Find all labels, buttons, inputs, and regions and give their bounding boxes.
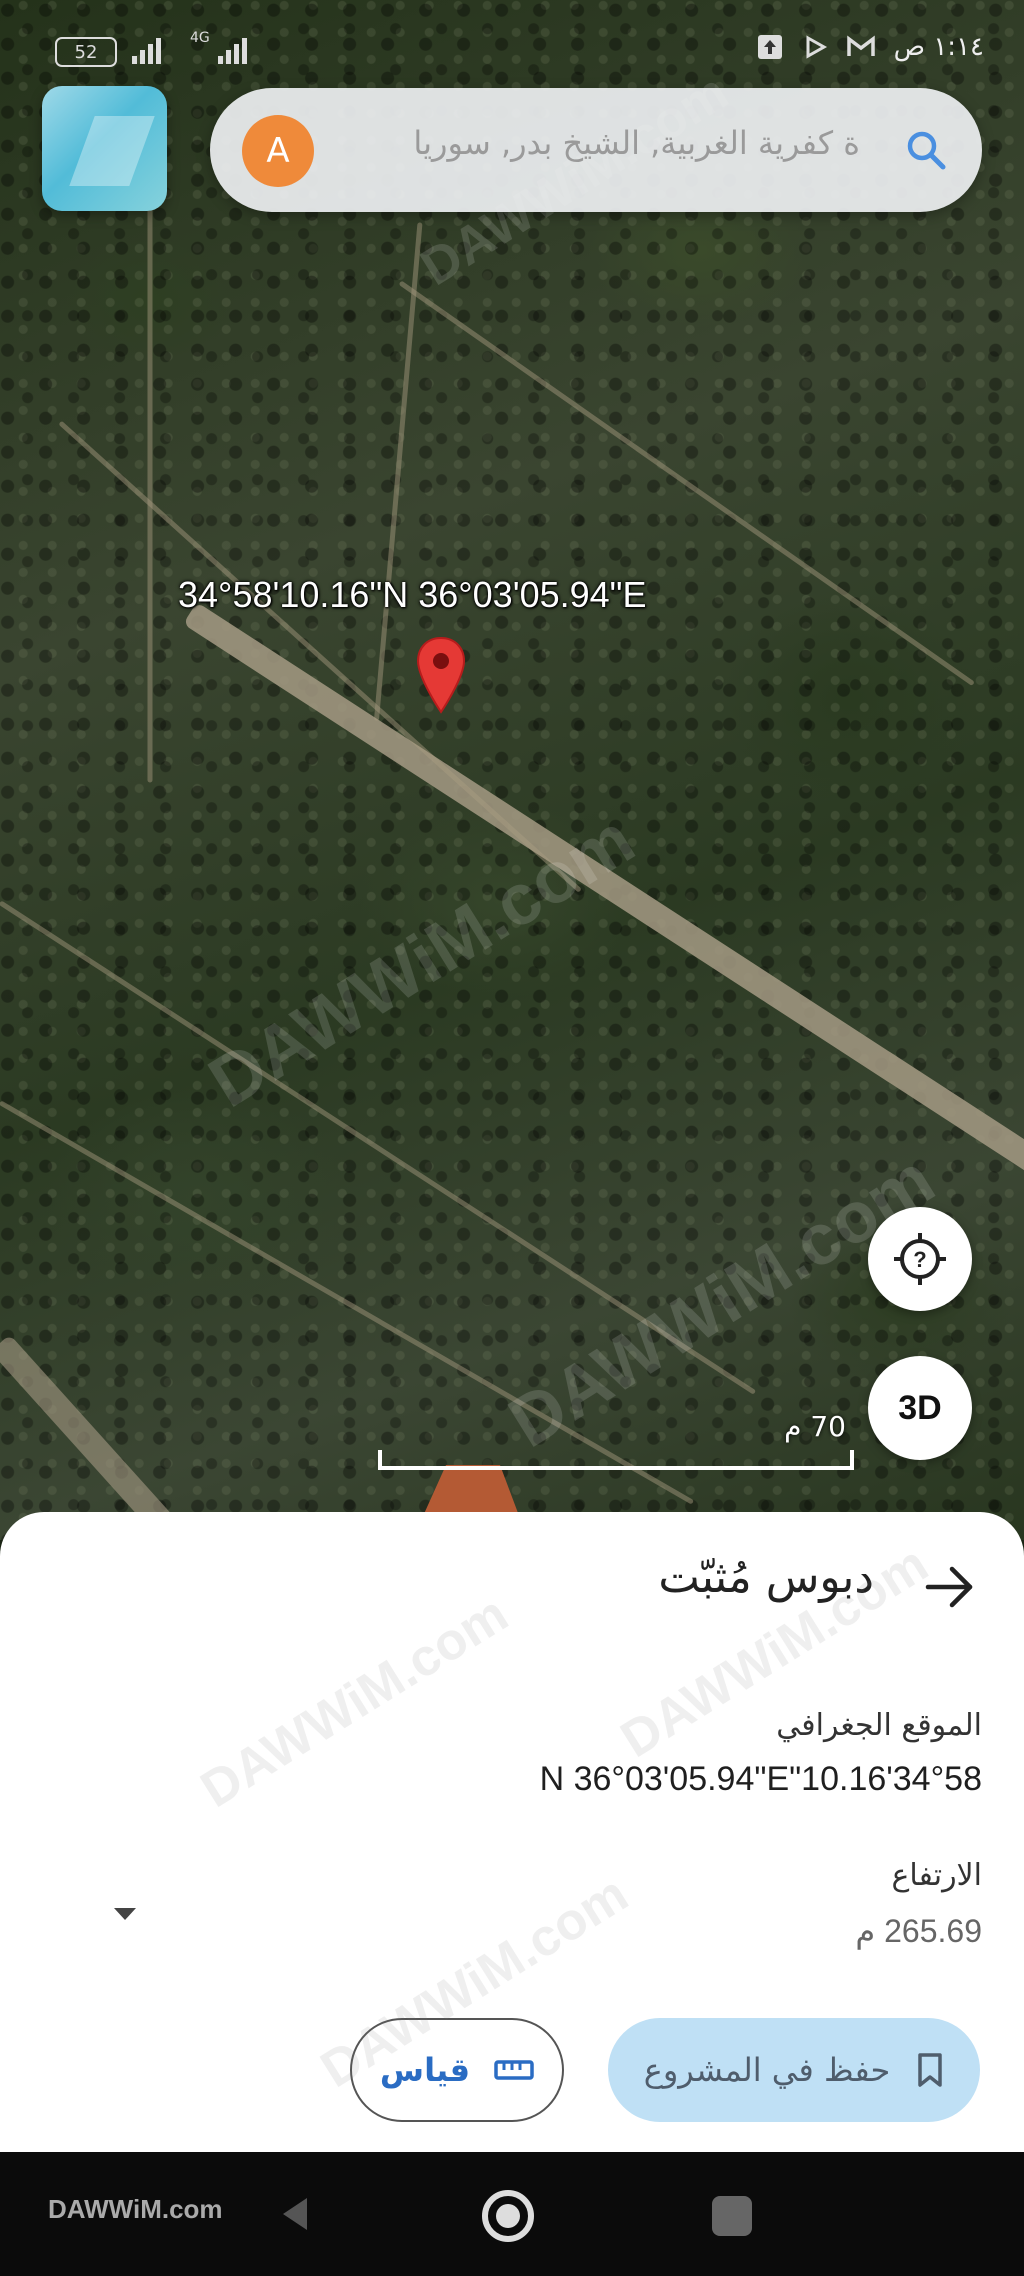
nav-back-icon[interactable]	[275, 2194, 315, 2234]
map-layers-button[interactable]	[42, 86, 167, 211]
3d-view-button[interactable]: 3D	[868, 1356, 972, 1460]
help-location-button[interactable]: ?	[868, 1207, 972, 1311]
system-nav-bar: DAWWiM.com	[0, 2152, 1024, 2276]
help-location-icon: ?	[894, 1233, 946, 1285]
search-icon[interactable]	[900, 124, 952, 176]
bookmark-icon	[918, 2053, 943, 2087]
geo-location-value: N 36°03'05.94"E"10.16'34°58	[539, 1760, 982, 1798]
dropdown-icon[interactable]	[112, 1906, 138, 1922]
measure-button[interactable]: قياس	[350, 2018, 564, 2122]
status-right: ١:١٤ ص	[756, 32, 984, 62]
signal-icon-2	[218, 34, 247, 64]
save-button-label: حفظ في المشروع	[643, 2051, 891, 2089]
scale-tick-right	[850, 1450, 854, 1470]
map-texture	[0, 0, 1024, 1540]
scale-line	[378, 1466, 854, 1470]
status-bar: 52 4G ١:١٤ ص	[0, 0, 1024, 100]
upload-icon	[757, 35, 782, 59]
play-icon	[806, 35, 827, 59]
battery-indicator: 52	[55, 37, 117, 67]
pin-coordinates-label: 34°58'10.16"N 36°03'05.94"E	[178, 574, 647, 615]
svg-text:?: ?	[913, 1247, 926, 1272]
signal-icon	[132, 34, 161, 64]
gmail-icon	[846, 35, 875, 56]
back-arrow-icon[interactable]	[922, 1560, 976, 1614]
status-time: ١:١٤ ص	[893, 32, 984, 62]
sheet-title: دبوس مُثبّت	[658, 1552, 874, 1603]
altitude-label: الارتفاع	[891, 1858, 983, 1893]
save-to-project-button[interactable]: حفظ في المشروع	[608, 2018, 980, 2122]
watermark: DAWWiM.com	[191, 1584, 518, 1820]
nav-brand: DAWWiM.com	[48, 2194, 223, 2224]
search-input[interactable]: ة كفرية الغربية, الشيخ بدر, سوريا	[340, 124, 860, 176]
map-pin-icon[interactable]	[415, 636, 467, 714]
measure-button-label: قياس	[379, 2051, 471, 2089]
scale-tick-left	[378, 1450, 382, 1470]
nav-recent-icon[interactable]	[712, 2196, 752, 2236]
nav-home-icon[interactable]	[482, 2190, 534, 2242]
satellite-map[interactable]: DAWWiM.com DAWWiM.com DAWWiM.com	[0, 0, 1024, 1540]
network-type: 4G	[190, 30, 210, 46]
geo-location-label: الموقع الجغرافي	[776, 1708, 982, 1743]
scale-label: 70 م	[784, 1410, 846, 1443]
altitude-value: 265.69 م	[855, 1913, 982, 1949]
account-avatar[interactable]: A	[242, 115, 314, 187]
search-bar[interactable]: A ة كفرية الغربية, الشيخ بدر, سوريا	[210, 88, 982, 212]
scale-bar: 70 م	[378, 1410, 854, 1470]
ruler-icon	[494, 2060, 534, 2080]
terrace-line	[147, 182, 153, 783]
pin-details-sheet: دبوس مُثبّت الموقع الجغرافي N 36°03'05.9…	[0, 1512, 1024, 2152]
